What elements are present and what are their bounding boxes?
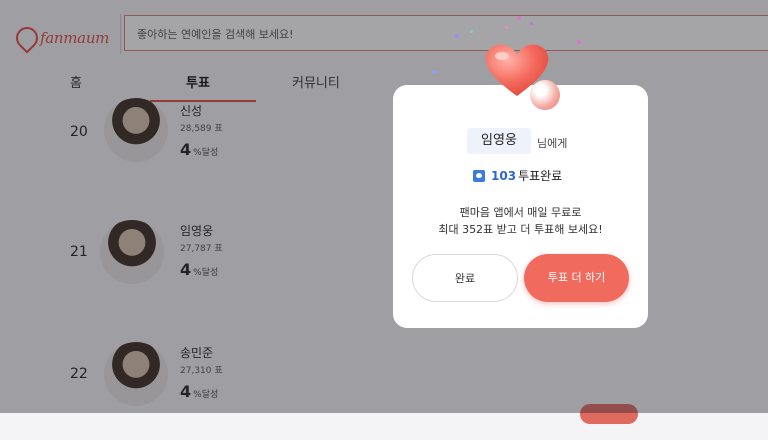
vote-more-button[interactable]: 투표 더 하기 xyxy=(524,254,629,302)
sparkle-icon xyxy=(505,26,508,29)
modal-backdrop[interactable] xyxy=(0,0,768,413)
bubble-icon xyxy=(530,80,560,110)
done-button[interactable]: 완료 xyxy=(412,254,518,302)
promo-line-2: 최대 352표 받고 더 투표해 보세요! xyxy=(438,223,603,236)
sparkle-icon xyxy=(530,22,533,25)
sparkle-icon xyxy=(455,34,459,38)
sparkle-icon xyxy=(517,16,521,20)
name-suffix: 님에게 xyxy=(537,137,568,150)
page: fanmaum 좋아하는 연예인을 검색해 보세요! 홈 투표 커뮤니티 20 … xyxy=(0,0,768,424)
promo-message: 팬마음 앱에서 매일 무료로 최대 352표 받고 더 투표해 보세요! xyxy=(393,204,648,238)
sparkle-icon xyxy=(432,70,436,74)
artist-name-chip: 임영웅 xyxy=(467,128,531,154)
promo-line-1: 팬마음 앱에서 매일 무료로 xyxy=(459,206,582,219)
sparkle-icon xyxy=(577,40,581,44)
vote-complete-dialog: 임영웅 님에게 103 투표완료 팬마음 앱에서 매일 무료로 최대 352표 … xyxy=(393,85,648,328)
vote-result-label: 투표완료 xyxy=(518,169,563,183)
sparkle-icon xyxy=(470,30,473,33)
vote-result: 103 투표완료 xyxy=(473,167,562,184)
vote-result-count: 103 xyxy=(491,168,517,183)
heart-badge-icon xyxy=(473,169,485,182)
